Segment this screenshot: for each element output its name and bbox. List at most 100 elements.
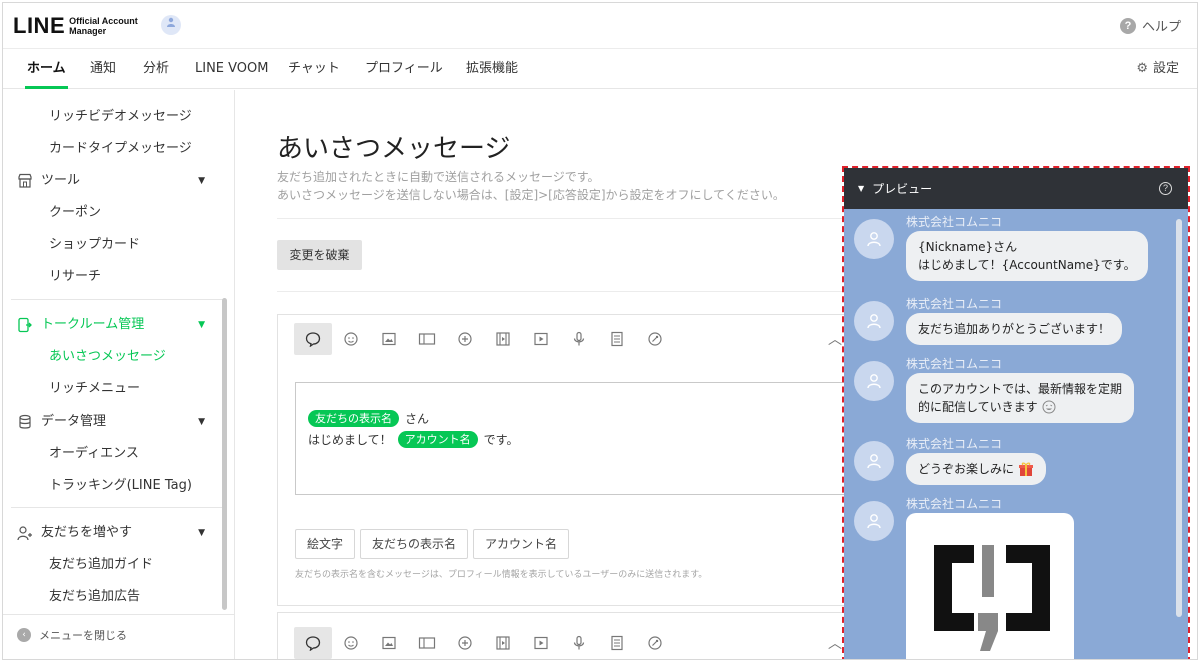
divider — [277, 218, 877, 219]
chat-bubble: このアカウントでは、最新情報を定期 的に配信していきます — [906, 373, 1135, 423]
tab-chat[interactable]: チャット — [288, 49, 340, 89]
voice-message-icon[interactable] — [560, 627, 598, 659]
image-icon[interactable] — [370, 627, 408, 659]
tab-home[interactable]: ホーム — [25, 49, 68, 89]
chevron-up-icon[interactable]: ︿ — [828, 329, 842, 349]
sticker-icon[interactable] — [332, 323, 370, 355]
rich-video-icon[interactable] — [484, 627, 522, 659]
tab-notifications[interactable]: 通知 — [90, 49, 116, 89]
coupon-icon[interactable] — [408, 323, 446, 355]
sidebar-item-rich-menu[interactable]: リッチメニュー — [3, 373, 221, 405]
text-message-icon[interactable] — [294, 627, 332, 659]
message-editor: ︿ 友だちの表示名 さん はじめまして！ アカウント名 です。 絵文字 友だちの… — [277, 314, 865, 606]
chat-preview: 株式会社コムニコ {Nickname}さん はじめまして！{AccountNam… — [844, 209, 1188, 659]
avatar — [854, 219, 894, 259]
person-icon — [867, 314, 881, 329]
sidebar-item-coupons[interactable]: クーポン — [3, 197, 221, 229]
insert-emoji-button[interactable]: 絵文字 — [295, 529, 356, 559]
survey-icon[interactable] — [636, 323, 674, 355]
account-name-tag[interactable]: アカウント名 — [397, 431, 478, 448]
smile-emoji-icon — [1042, 400, 1056, 414]
avatar — [854, 361, 894, 401]
voice-message-icon[interactable] — [560, 323, 598, 355]
editor-note: 友だちの表示名を含むメッセージは、プロフィール情報を表示しているユーザーのみに送… — [295, 570, 708, 580]
close-menu-label: メニューを閉じる — [39, 629, 127, 642]
friend-name-tag[interactable]: 友だちの表示名 — [308, 410, 399, 427]
sidebar-item-friend-ads[interactable]: 友だち追加広告 — [3, 581, 221, 613]
caret-down-icon: ▼ — [858, 184, 865, 193]
preview-scrollbar[interactable] — [1176, 219, 1182, 617]
person-icon — [867, 514, 881, 529]
card-type-icon[interactable] — [598, 323, 636, 355]
person-icon — [167, 17, 175, 27]
sidebar-item-friend-guide[interactable]: 友だち追加ガイド — [3, 549, 221, 581]
logo-line-text: LINE — [13, 13, 66, 38]
preview-title: プレビュー — [872, 182, 933, 196]
chevron-left-icon: ‹ — [17, 628, 31, 642]
video-icon[interactable] — [522, 627, 560, 659]
sidebar: リッチビデオメッセージ カードタイプメッセージ ツール ▼ クーポン ショップカ… — [3, 90, 235, 659]
sidebar-group-label: データ管理 — [41, 414, 107, 429]
rich-message-icon[interactable] — [446, 323, 484, 355]
insert-account-name-button[interactable]: アカウント名 — [473, 529, 570, 559]
message-line-2: はじめまして！ アカウント名 です。 — [308, 431, 519, 448]
top-bar: LINE Official Account Manager ? ヘルプ — [3, 3, 1197, 49]
add-friend-icon — [17, 526, 32, 541]
question-icon[interactable]: ? — [1159, 182, 1172, 195]
video-icon[interactable] — [522, 323, 560, 355]
sender-name: 株式会社コムニコ — [906, 297, 1003, 311]
sidebar-group-talkroom[interactable]: トークルーム管理 ▼ — [3, 309, 221, 341]
caret-down-icon: ▼ — [198, 528, 205, 538]
sidebar-divider — [3, 614, 235, 615]
preview-header[interactable]: ▼ プレビュー ? — [844, 168, 1188, 209]
sidebar-item-card-type-message[interactable]: カードタイプメッセージ — [3, 133, 221, 165]
app-window: LINE Official Account Manager ? ヘルプ ホーム … — [2, 2, 1198, 660]
person-icon — [867, 232, 881, 247]
avatar — [854, 501, 894, 541]
line-oam-logo[interactable]: LINE Official Account Manager — [13, 13, 138, 39]
insert-friend-name-button[interactable]: 友だちの表示名 — [360, 529, 469, 559]
tab-analytics[interactable]: 分析 — [143, 49, 169, 89]
sidebar-group-friends[interactable]: 友だちを増やす ▼ — [3, 517, 221, 549]
coupon-icon[interactable] — [408, 627, 446, 659]
divider — [277, 291, 877, 292]
database-icon — [19, 414, 31, 429]
text-message-icon[interactable] — [294, 323, 332, 355]
card-type-icon[interactable] — [598, 627, 636, 659]
image-icon[interactable] — [370, 323, 408, 355]
sidebar-divider — [11, 507, 223, 508]
sidebar-item-audience[interactable]: オーディエンス — [3, 438, 221, 470]
discard-changes-button[interactable]: 変更を破棄 — [277, 240, 362, 270]
main-nav: ホーム 通知 分析 LINE VOOM チャット プロフィール 拡張機能 ⚙ 設… — [3, 49, 1197, 89]
message-type-toolbar: ︿ — [278, 315, 857, 363]
sidebar-item-tracking[interactable]: トラッキング(LINE Tag) — [3, 470, 221, 502]
logo-subtext: Official Account Manager — [69, 16, 138, 36]
image-message — [906, 513, 1074, 659]
page-title: あいさつメッセージ — [277, 134, 511, 164]
message-text-input[interactable]: 友だちの表示名 さん はじめまして！ アカウント名 です。 — [295, 382, 865, 495]
account-avatar[interactable] — [161, 15, 181, 35]
sender-name: 株式会社コムニコ — [906, 215, 1003, 229]
rich-video-icon[interactable] — [484, 323, 522, 355]
sidebar-item-shop-card[interactable]: ショップカード — [3, 229, 221, 261]
close-menu-button[interactable]: ‹ メニューを閉じる — [17, 627, 127, 643]
settings-link[interactable]: ⚙ 設定 — [1136, 49, 1179, 89]
sidebar-item-research[interactable]: リサーチ — [3, 261, 221, 293]
tab-line-voom[interactable]: LINE VOOM — [195, 49, 269, 89]
help-link[interactable]: ? ヘルプ — [1119, 16, 1181, 35]
sidebar-group-data[interactable]: データ管理 ▼ — [3, 406, 221, 438]
message-type-toolbar: ︿ — [278, 619, 857, 659]
person-icon — [867, 454, 881, 469]
sidebar-item-greeting-message[interactable]: あいさつメッセージ — [3, 341, 221, 373]
sidebar-group-tools[interactable]: ツール ▼ — [3, 165, 221, 197]
sidebar-scrollbar[interactable] — [222, 298, 227, 610]
rich-message-icon[interactable] — [446, 627, 484, 659]
gear-icon: ⚙ — [1136, 61, 1148, 76]
sticker-icon[interactable] — [332, 627, 370, 659]
sidebar-item-rich-video-message[interactable]: リッチビデオメッセージ — [3, 101, 221, 133]
tab-extensions[interactable]: 拡張機能 — [466, 49, 518, 89]
tab-profile[interactable]: プロフィール — [365, 49, 443, 89]
chevron-up-icon[interactable]: ︿ — [828, 633, 842, 653]
survey-icon[interactable] — [636, 627, 674, 659]
page-description: 友だち追加されたときに自動で送信されるメッセージです。 あいさつメッセージを送信… — [277, 170, 785, 202]
